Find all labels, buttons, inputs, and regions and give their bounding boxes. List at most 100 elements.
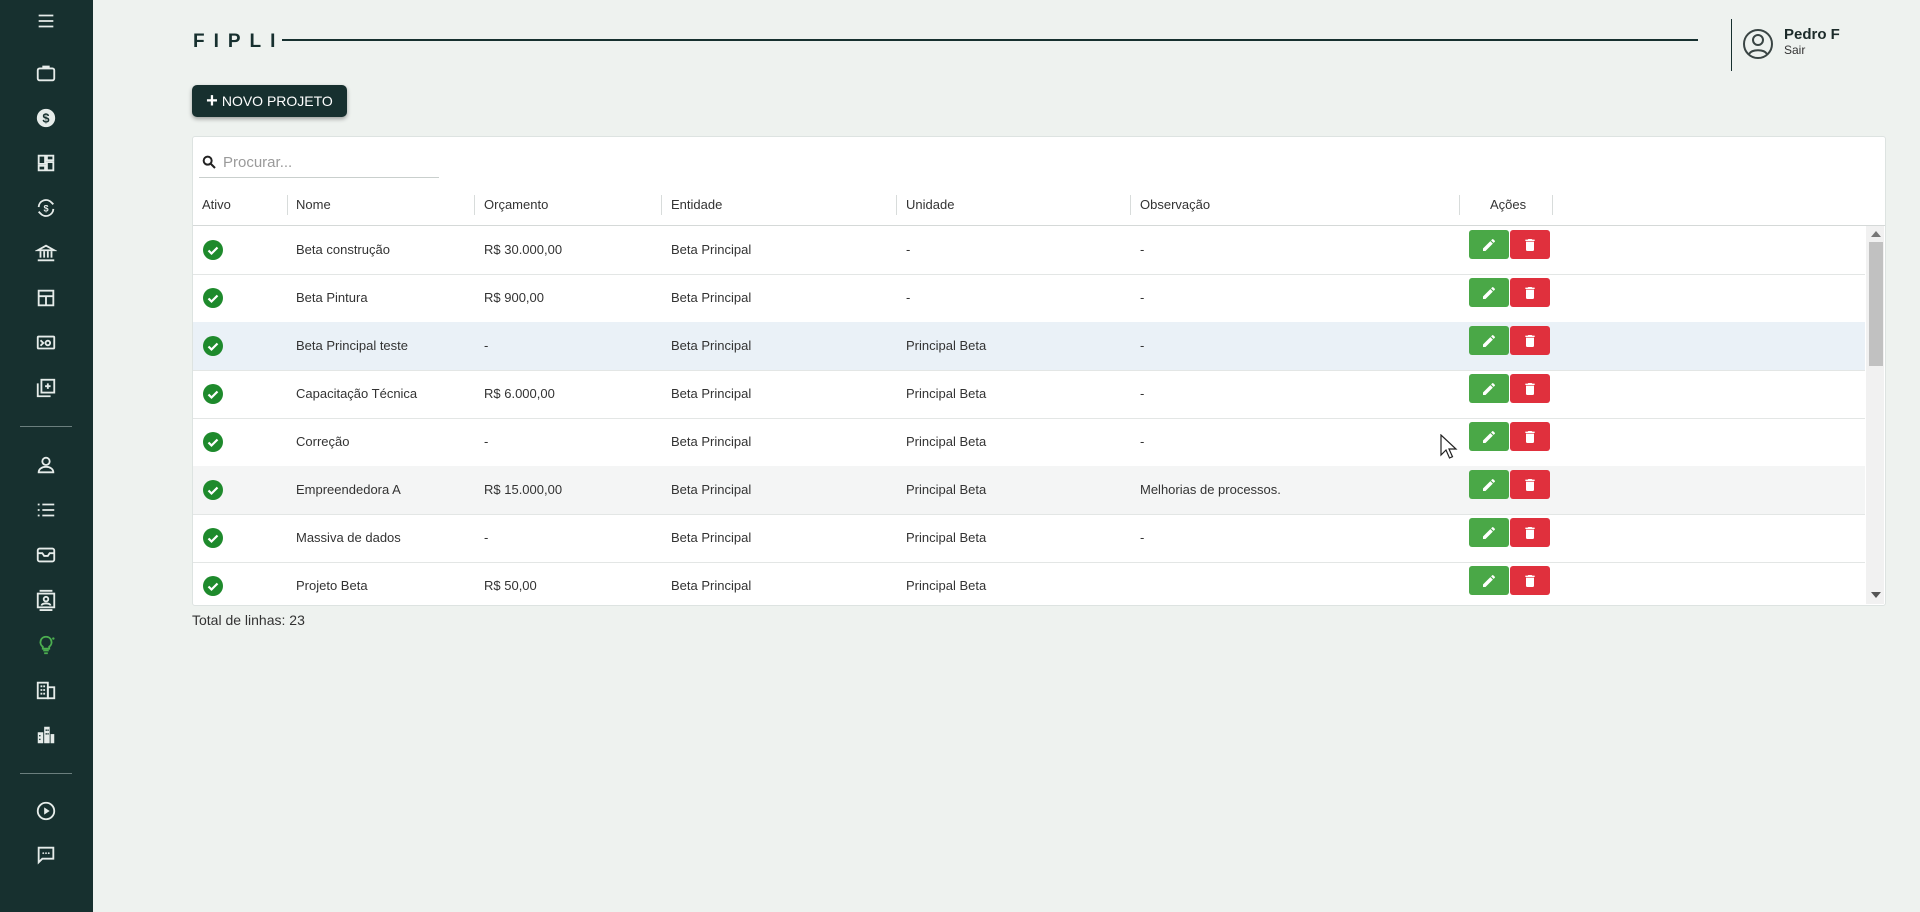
table-scrollbar[interactable] <box>1866 226 1884 604</box>
column-header-ativo[interactable]: Ativo <box>202 185 231 225</box>
trash-icon <box>1525 238 1535 251</box>
edit-button[interactable] <box>1469 422 1509 451</box>
header-vertical-divider <box>1731 19 1732 71</box>
edit-button[interactable] <box>1469 470 1509 499</box>
city-icon[interactable] <box>34 723 58 747</box>
column-separator[interactable] <box>1130 195 1131 215</box>
edit-button[interactable] <box>1469 374 1509 403</box>
table-body: Beta construção R$ 30.000,00 Beta Princi… <box>193 226 1865 604</box>
table-row[interactable]: Empreendedora A R$ 15.000,00 Beta Princi… <box>193 466 1865 515</box>
column-header-entidade[interactable]: Entidade <box>671 185 722 225</box>
row-count-label: Total de linhas: 23 <box>192 612 305 628</box>
edit-button[interactable] <box>1469 230 1509 259</box>
scrollbar-thumb[interactable] <box>1869 242 1883 366</box>
dashboard-icon[interactable] <box>34 151 58 175</box>
cell-observacao: - <box>1140 530 1145 545</box>
delete-button[interactable] <box>1510 374 1550 403</box>
table-row[interactable]: Correção - Beta Principal Principal Beta… <box>193 418 1865 467</box>
edit-button[interactable] <box>1469 326 1509 355</box>
cell-unidade: Principal Beta <box>906 530 987 545</box>
column-separator[interactable] <box>661 195 662 215</box>
trash-icon <box>1525 430 1535 443</box>
cell-orcamento: R$ 6.000,00 <box>484 386 555 401</box>
delete-button[interactable] <box>1510 230 1550 259</box>
new-project-button[interactable]: + NOVO PROJETO <box>192 85 347 117</box>
delete-button[interactable] <box>1510 326 1550 355</box>
cell-entidade: Beta Principal <box>671 290 752 305</box>
delete-button[interactable] <box>1510 518 1550 547</box>
screen-settings-icon[interactable] <box>34 331 58 355</box>
column-header-nome[interactable]: Nome <box>296 185 331 225</box>
check-circle-icon <box>203 336 223 356</box>
play-circle-icon[interactable] <box>34 799 58 823</box>
edit-button[interactable] <box>1469 278 1509 307</box>
cell-orcamento: - <box>484 338 489 353</box>
table-row[interactable]: Beta construção R$ 30.000,00 Beta Princi… <box>193 226 1865 275</box>
person-icon[interactable] <box>34 453 58 477</box>
inbox-icon[interactable] <box>34 543 58 567</box>
delete-button[interactable] <box>1510 422 1550 451</box>
contact-card-icon[interactable] <box>34 588 58 612</box>
column-separator[interactable] <box>1459 195 1460 215</box>
column-separator[interactable] <box>896 195 897 215</box>
column-separator[interactable] <box>1552 195 1553 215</box>
check-circle-icon <box>203 384 223 404</box>
cell-unidade: - <box>906 290 911 305</box>
dollar-icon[interactable]: $ <box>34 106 58 130</box>
list-icon[interactable] <box>34 498 58 522</box>
table-row[interactable]: Beta Pintura R$ 900,00 Beta Principal - … <box>193 274 1865 323</box>
logout-link[interactable]: Sair <box>1784 43 1805 57</box>
check-circle-icon <box>203 576 223 596</box>
cell-entidade: Beta Principal <box>671 530 752 545</box>
column-header-orcamento[interactable]: Orçamento <box>484 185 548 225</box>
table-row[interactable]: Massiva de dados - Beta Principal Princi… <box>193 514 1865 563</box>
search-input[interactable] <box>221 152 435 172</box>
edit-button[interactable] <box>1469 518 1509 547</box>
cell-orcamento: R$ 30.000,00 <box>484 242 563 257</box>
cell-observacao: - <box>1140 386 1145 401</box>
cell-nome: Capacitação Técnica <box>296 386 418 401</box>
currency-exchange-icon[interactable]: $ <box>34 196 58 220</box>
column-separator[interactable] <box>474 195 475 215</box>
table-row[interactable]: Capacitação Técnica R$ 6.000,00 Beta Pri… <box>193 370 1865 419</box>
trash-icon <box>1525 382 1535 395</box>
cell-nome: Beta Pintura <box>296 290 368 305</box>
scroll-down-arrow-icon[interactable] <box>1871 592 1881 598</box>
menu-icon[interactable] <box>34 9 58 33</box>
table-row[interactable]: Beta Principal teste - Beta Principal Pr… <box>193 322 1865 371</box>
edit-button[interactable] <box>1469 566 1509 595</box>
trash-icon <box>1525 526 1535 539</box>
column-header-unidade[interactable]: Unidade <box>906 185 954 225</box>
pencil-icon <box>1483 334 1495 347</box>
cell-entidade: Beta Principal <box>671 434 752 449</box>
cell-orcamento: R$ 900,00 <box>484 290 544 305</box>
trash-icon <box>1525 334 1535 347</box>
pencil-icon <box>1483 382 1495 395</box>
trash-icon <box>1525 574 1535 587</box>
cell-orcamento: R$ 15.000,00 <box>484 482 563 497</box>
briefcase-icon[interactable] <box>34 61 58 85</box>
add-copy-icon[interactable] <box>34 376 58 400</box>
cell-observacao: - <box>1140 434 1145 449</box>
cell-entidade: Beta Principal <box>671 386 752 401</box>
delete-button[interactable] <box>1510 566 1550 595</box>
cell-observacao: - <box>1140 290 1145 305</box>
layout-icon[interactable] <box>34 286 58 310</box>
cell-orcamento: R$ 50,00 <box>484 578 537 593</box>
account-circle-icon[interactable] <box>1741 27 1775 61</box>
building-icon[interactable] <box>34 678 58 702</box>
scroll-up-arrow-icon[interactable] <box>1871 231 1881 237</box>
column-header-observacao[interactable]: Observação <box>1140 185 1210 225</box>
cell-observacao: - <box>1140 338 1145 353</box>
table-row[interactable]: Projeto Beta R$ 50,00 Beta Principal Pri… <box>193 562 1865 604</box>
delete-button[interactable] <box>1510 470 1550 499</box>
chat-icon[interactable] <box>34 843 58 867</box>
cell-entidade: Beta Principal <box>671 578 752 593</box>
lightbulb-icon[interactable] <box>34 633 58 657</box>
pencil-icon <box>1483 574 1495 587</box>
check-circle-icon <box>203 288 223 308</box>
delete-button[interactable] <box>1510 278 1550 307</box>
bank-icon[interactable] <box>34 241 58 265</box>
cell-entidade: Beta Principal <box>671 482 752 497</box>
column-separator[interactable] <box>287 195 288 215</box>
